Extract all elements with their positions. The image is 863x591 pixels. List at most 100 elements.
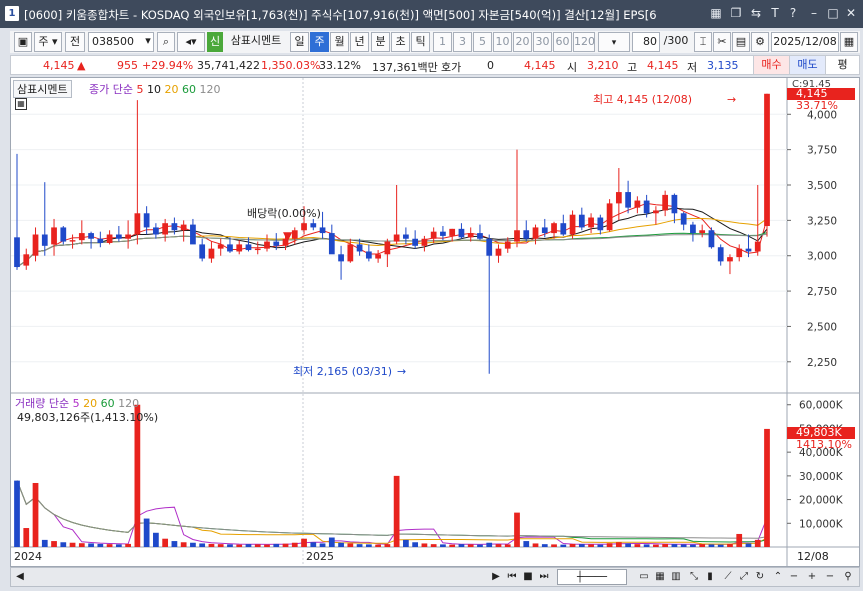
price-tick-label: 2,250 [807,357,837,369]
volume-bar [551,544,557,547]
period-day[interactable]: 일 [290,32,309,52]
table-icon[interactable]: ▦ [15,98,27,110]
settings-icon[interactable]: ⚙ [751,32,769,52]
candle-icon[interactable]: ⌶ [694,32,712,52]
candle-body [745,248,752,252]
zoom-slider[interactable]: ┼──── [557,569,627,585]
candle-body [32,234,39,256]
avg-button[interactable]: 평 [825,56,859,74]
volume-tick-label: 30,000K [799,471,844,483]
price-panel-title[interactable]: 삼표시멘트 [13,80,72,98]
pin-icon[interactable]: ⚲ [841,569,855,585]
count-input[interactable]: 80 [632,32,660,52]
chart-area[interactable]: 4,000 3,750 3,500 3,250 3,000 2,750 2,500 2,250… [10,77,860,567]
period-month[interactable]: 월 [330,32,349,52]
market-select[interactable]: 주 ▾ [34,32,62,52]
help-icon[interactable]: ? [785,5,801,21]
interval-dropdown[interactable]: ▾ [598,32,630,52]
interval-120[interactable]: 120 [573,32,595,52]
candle-body [403,234,409,239]
rewind-icon[interactable]: ⏮ [505,569,519,585]
volume-bar [560,544,567,547]
volume-bar [282,543,289,547]
volume-bar [717,544,724,547]
code-dropdown-icon[interactable]: ▾ [141,32,155,52]
volume-percent: 1,350.03% [261,59,321,72]
interval-30[interactable]: 30 [533,32,552,52]
dividend-annotation: 배당락(0.00%) [247,207,321,220]
interval-3[interactable]: 3 [453,32,472,52]
period-minute[interactable]: 분 [371,32,390,52]
interval-60[interactable]: 60 [553,32,572,52]
reset-zoom-icon[interactable]: − [823,569,837,585]
scroll-left-icon[interactable]: ◀ [13,569,27,585]
volume-bar [291,542,298,547]
search-icon[interactable]: ⌕ [157,32,175,52]
market-label: 주 [38,35,49,48]
ma-20-legend: 20 [164,83,179,96]
collapse-icon[interactable]: ⌃ [771,569,785,585]
candle-body [532,227,539,239]
resize-icon[interactable]: ⤢ [737,569,751,585]
candle-body [143,213,150,228]
grid-view-icon[interactable]: ▦ [653,569,667,585]
layout-icon[interactable]: ▣ [14,32,32,52]
buy-button[interactable]: 매수 [753,56,789,74]
save-icon[interactable]: ▤ [732,32,750,52]
candle-body [625,192,631,208]
forward-icon[interactable]: ⏭ [537,569,551,585]
restore-icon[interactable]: ❐ [728,5,744,21]
drag-icon[interactable]: ⤡ [687,569,701,585]
prev-button[interactable]: 전 [65,32,85,52]
bars-icon[interactable]: ▮ [703,569,717,585]
period-second[interactable]: 초 [391,32,410,52]
link-icon[interactable]: ⇆ [748,5,764,21]
scroll-right-icon[interactable]: ▶ [489,569,503,585]
candle-body [171,223,178,231]
candle-body [754,241,761,252]
chart-scrollbar[interactable]: ◀ ▶ ⏮ ■ ⏭ ┼──── ▭ ▦ ▥ ⤡ ▮ ⟋ ⤢ ↻ ⌃ − + − … [10,567,860,587]
zoom-in-icon[interactable]: + [805,569,819,585]
speaker-icon[interactable]: ◂▾ [177,32,205,52]
volume-bar [328,537,335,547]
candle-body [69,240,76,242]
interval-5[interactable]: 5 [473,32,492,52]
date-input[interactable]: 2025/12/08 [771,32,839,52]
candle-body [338,254,344,262]
price-ma-legend: 종가 단순 5 10 20 60 120 [89,81,220,97]
interval-20[interactable]: 20 [513,32,532,52]
grid-icon[interactable]: ▦ [708,5,724,21]
period-tick[interactable]: 틱 [411,32,430,52]
volume-bar [412,542,419,547]
candle-body [236,244,243,252]
split-icon[interactable]: ▥ [669,569,683,585]
chart-canvas[interactable]: 4,0003,7503,5003,2503,0002,7502,5002,250… [11,78,859,566]
volume-tick-label: 60,000K [799,400,844,412]
stop-icon[interactable]: ■ [521,569,535,585]
maximize-icon[interactable]: □ [825,5,841,21]
calendar-icon[interactable]: ▦ [840,32,858,52]
tools-icon[interactable]: ✂ [713,32,731,52]
candle-body [514,230,520,242]
price-tick-label: 2,500 [807,321,837,333]
window-icon[interactable]: ▭ [637,569,651,585]
candle-body [588,217,594,228]
volume-bar [523,541,530,547]
period-week[interactable]: 주 [310,32,329,52]
volume-tick-label: 10,000K [799,518,844,530]
refresh-icon[interactable]: ↻ [753,569,767,585]
volume-bar [653,544,659,547]
volume-bar [643,544,650,547]
zoom-out-icon[interactable]: − [787,569,801,585]
interval-10[interactable]: 10 [493,32,512,52]
minimize-icon[interactable]: – [806,5,822,21]
close-icon[interactable]: ✕ [843,5,859,21]
credit-badge[interactable]: 신 [207,32,223,52]
volume-bar [495,544,502,547]
current-price: 4,145 [43,59,75,72]
interval-1[interactable]: 1 [433,32,452,52]
font-icon[interactable]: T [767,5,783,21]
trend-icon[interactable]: ⟋ [721,569,735,585]
sell-button[interactable]: 매도 [789,56,825,74]
period-year[interactable]: 년 [350,32,369,52]
